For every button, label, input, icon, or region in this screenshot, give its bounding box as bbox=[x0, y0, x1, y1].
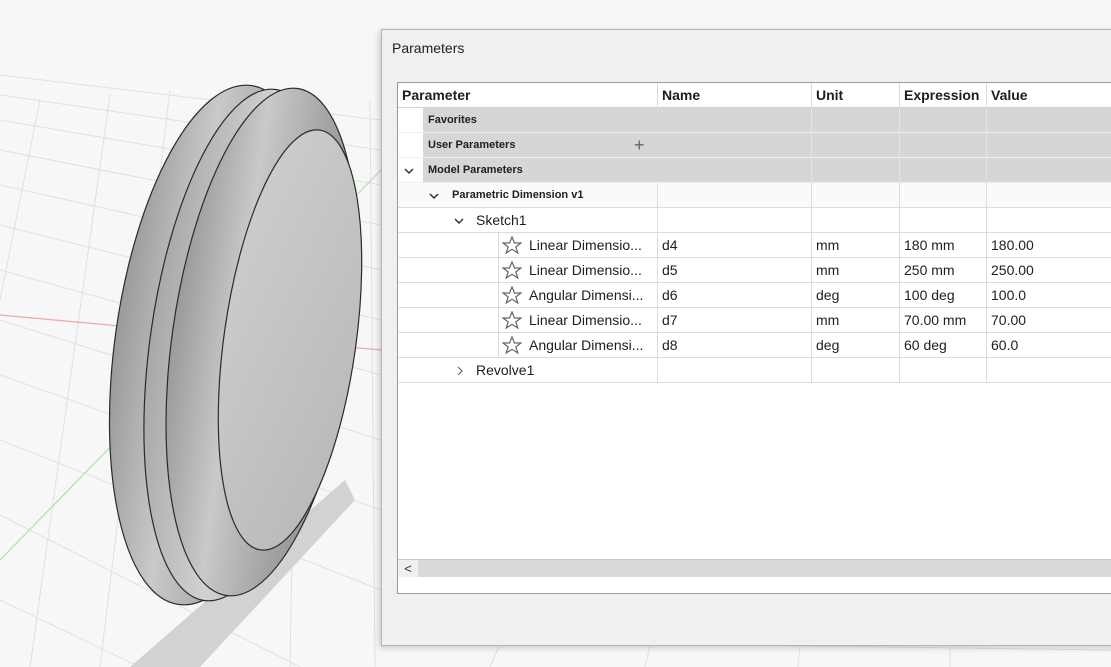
horizontal-scrollbar[interactable]: < bbox=[398, 559, 1111, 577]
parameter-value: 180.00 bbox=[987, 233, 1111, 258]
parameter-name[interactable]: d6 bbox=[658, 283, 812, 308]
star-outline-icon[interactable] bbox=[502, 236, 522, 254]
column-header-unit[interactable]: Unit bbox=[812, 83, 900, 108]
component-label: Parametric Dimension v1 bbox=[452, 189, 584, 201]
parameter-label: Angular Dimensi... bbox=[529, 337, 644, 353]
parameters-table: Parameter Name Unit Expression Value Fav… bbox=[397, 82, 1111, 594]
parameters-dialog: Parameters Parameter Name Unit Expressio… bbox=[381, 29, 1111, 646]
dialog-title: Parameters bbox=[392, 40, 465, 56]
sketch-label: Sketch1 bbox=[476, 212, 527, 228]
parameter-name[interactable]: d7 bbox=[658, 308, 812, 333]
parameter-label: Linear Dimensio... bbox=[529, 262, 642, 278]
table-row[interactable]: Linear Dimensio... d7 mm 70.00 mm 70.00 bbox=[398, 308, 1111, 333]
parameter-unit: mm bbox=[812, 258, 900, 283]
parameter-value: 250.00 bbox=[987, 258, 1111, 283]
star-outline-icon[interactable] bbox=[502, 286, 522, 304]
star-outline-icon[interactable] bbox=[502, 311, 522, 329]
group-row-model-parameters[interactable]: Model Parameters bbox=[398, 158, 1111, 183]
column-header-name[interactable]: Name bbox=[658, 83, 812, 108]
parameter-unit: mm bbox=[812, 308, 900, 333]
parameter-name[interactable]: d8 bbox=[658, 333, 812, 358]
add-user-parameter-icon[interactable]: + bbox=[634, 133, 645, 157]
parameter-expression[interactable]: 70.00 mm bbox=[900, 308, 987, 333]
star-outline-icon[interactable] bbox=[502, 336, 522, 354]
table-header: Parameter Name Unit Expression Value bbox=[398, 83, 1111, 108]
group-row-user-parameters[interactable]: User Parameters + bbox=[398, 133, 1111, 158]
parameter-unit: deg bbox=[812, 333, 900, 358]
parameter-label: Linear Dimensio... bbox=[529, 237, 642, 253]
parameter-label: Angular Dimensi... bbox=[529, 287, 644, 303]
parameter-expression[interactable]: 180 mm bbox=[900, 233, 987, 258]
group-label-favorites: Favorites bbox=[428, 114, 477, 126]
chevron-down-icon[interactable] bbox=[404, 166, 414, 176]
chevron-down-icon[interactable] bbox=[429, 191, 439, 201]
parameter-unit: mm bbox=[812, 233, 900, 258]
parameter-value: 60.0 bbox=[987, 333, 1111, 358]
tree-row-sketch[interactable]: Sketch1 bbox=[398, 208, 1111, 233]
parameter-expression[interactable]: 100 deg bbox=[900, 283, 987, 308]
group-label-model-parameters: Model Parameters bbox=[428, 164, 523, 176]
table-row[interactable]: Linear Dimensio... d5 mm 250 mm 250.00 bbox=[398, 258, 1111, 283]
tree-row-feature[interactable]: Revolve1 bbox=[398, 358, 1111, 383]
parameter-value: 70.00 bbox=[987, 308, 1111, 333]
parameter-expression[interactable]: 250 mm bbox=[900, 258, 987, 283]
parameter-unit: deg bbox=[812, 283, 900, 308]
column-header-parameter[interactable]: Parameter bbox=[398, 83, 658, 108]
column-header-value[interactable]: Value bbox=[987, 83, 1111, 108]
group-label-user-parameters: User Parameters bbox=[428, 139, 516, 151]
table-row[interactable]: Angular Dimensi... d6 deg 100 deg 100.0 bbox=[398, 283, 1111, 308]
tree-row-component[interactable]: Parametric Dimension v1 bbox=[398, 183, 1111, 208]
chevron-right-icon[interactable] bbox=[455, 366, 465, 376]
parameter-name[interactable]: d5 bbox=[658, 258, 812, 283]
parameter-label: Linear Dimensio... bbox=[529, 312, 642, 328]
table-row[interactable]: Angular Dimensi... d8 deg 60 deg 60.0 bbox=[398, 333, 1111, 358]
group-row-favorites[interactable]: Favorites bbox=[398, 108, 1111, 133]
parameter-value: 100.0 bbox=[987, 283, 1111, 308]
star-outline-icon[interactable] bbox=[502, 261, 522, 279]
column-header-expression[interactable]: Expression bbox=[900, 83, 987, 108]
table-row[interactable]: Linear Dimensio... d4 mm 180 mm 180.00 bbox=[398, 233, 1111, 258]
parameter-expression[interactable]: 60 deg bbox=[900, 333, 987, 358]
chevron-down-icon[interactable] bbox=[454, 216, 464, 226]
arrow-left-icon[interactable]: < bbox=[398, 560, 418, 577]
parameter-name[interactable]: d4 bbox=[658, 233, 812, 258]
feature-label: Revolve1 bbox=[476, 362, 535, 378]
